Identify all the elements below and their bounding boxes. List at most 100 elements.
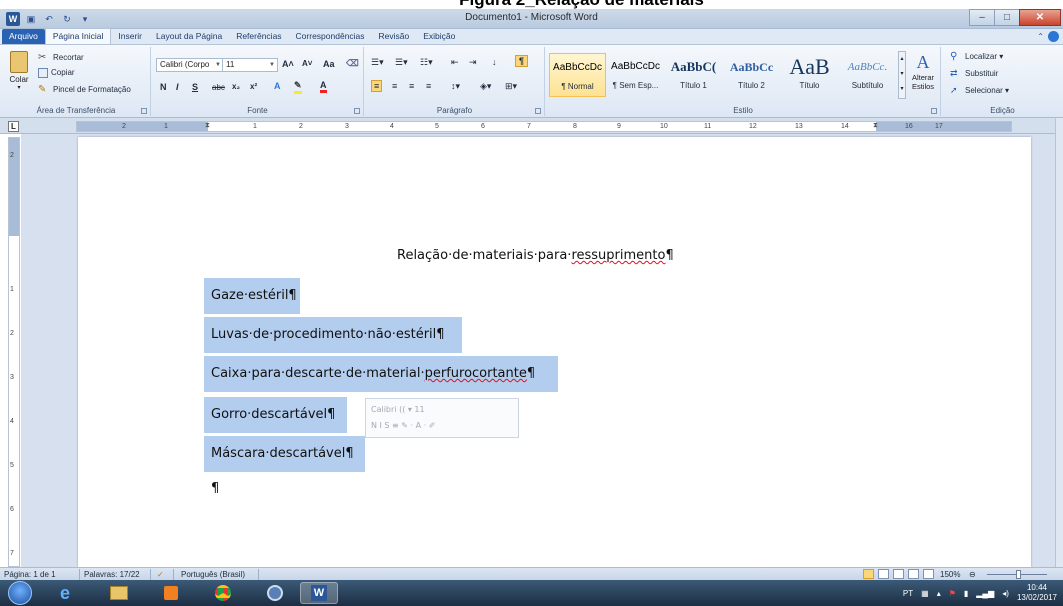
- shrink-font-button[interactable]: A˅: [302, 59, 312, 68]
- text-effects-icon[interactable]: A: [274, 81, 281, 91]
- taskbar-word-icon[interactable]: W: [300, 582, 338, 604]
- replace-button[interactable]: ⇄ Substituir: [950, 68, 998, 80]
- numbering-icon[interactable]: ☰▾: [395, 57, 408, 68]
- align-center-icon[interactable]: ≡: [392, 81, 397, 91]
- font-size-dropdown[interactable]: 11 ▼: [222, 58, 278, 72]
- vertical-scrollbar[interactable]: [1055, 118, 1063, 567]
- change-case-button[interactable]: Aa: [323, 59, 335, 69]
- list-item[interactable]: Caixa·para·descarte·de·material·perfuroc…: [204, 356, 558, 392]
- list-item[interactable]: Gaze·estéril¶: [204, 278, 300, 314]
- justify-icon[interactable]: ≡: [426, 81, 431, 91]
- clock[interactable]: 10:44 13/02/2017: [1017, 583, 1057, 603]
- style-heading-2[interactable]: AaBbCc Título 2: [723, 53, 780, 97]
- list-item[interactable]: Máscara·descartável¶: [204, 436, 365, 472]
- paste-button[interactable]: Colar ▾: [6, 51, 32, 97]
- tab-insert[interactable]: Inserir: [111, 29, 149, 44]
- underline-button[interactable]: S: [192, 82, 198, 92]
- show-hidden-icons-icon[interactable]: ▴: [937, 589, 941, 598]
- tab-review[interactable]: Revisão: [372, 29, 417, 44]
- empty-paragraph[interactable]: ¶: [211, 481, 219, 496]
- web-layout-view-icon[interactable]: [893, 569, 904, 579]
- spelling-status-icon[interactable]: ✓: [157, 569, 164, 580]
- bold-button[interactable]: N: [160, 82, 167, 92]
- close-button[interactable]: ✕: [1019, 9, 1061, 26]
- tab-file[interactable]: Arquivo: [2, 29, 45, 44]
- sort-icon[interactable]: ↓: [492, 57, 497, 67]
- cut-button[interactable]: ✂ Recortar: [38, 52, 84, 64]
- decrease-indent-icon[interactable]: ⇤: [451, 57, 459, 68]
- clear-format-icon[interactable]: ⌫: [346, 58, 359, 69]
- change-styles-button[interactable]: A Alterar Estilos: [908, 51, 938, 103]
- word-count[interactable]: Palavras: 17/22: [84, 569, 140, 580]
- mini-toolbar-format[interactable]: N I S ≡ ✎ · A · ✐: [371, 418, 513, 434]
- align-right-icon[interactable]: ≡: [409, 81, 414, 91]
- line-spacing-icon[interactable]: ↕▾: [451, 81, 460, 92]
- list-item[interactable]: Gorro·descartável¶: [204, 397, 347, 433]
- tab-mailings[interactable]: Correspondências: [289, 29, 372, 44]
- select-button[interactable]: ➚ Selecionar ▾: [950, 85, 1009, 97]
- taskbar-explorer-icon[interactable]: [100, 582, 138, 604]
- show-formatting-button[interactable]: ¶: [515, 55, 529, 67]
- highlight-icon[interactable]: ✎: [294, 80, 302, 94]
- mini-toolbar-font[interactable]: Calibri (( ▾ 11: [371, 402, 513, 418]
- start-button-icon[interactable]: [8, 581, 32, 605]
- minimize-button[interactable]: –: [969, 9, 995, 26]
- list-item[interactable]: Luvas·de·procedimento·não·estéril¶: [204, 317, 462, 353]
- vertical-ruler[interactable]: 2 1 2 3 4 5 6 7: [8, 137, 20, 567]
- network-icon[interactable]: ▮: [964, 589, 968, 598]
- taskbar-app-icon[interactable]: [256, 582, 294, 604]
- style-no-spacing[interactable]: AaBbCcDc ¶ Sem Esp...: [607, 53, 664, 97]
- print-layout-view-icon[interactable]: [863, 569, 874, 579]
- tab-home[interactable]: Página Inicial: [44, 28, 112, 44]
- document-page[interactable]: Relação·de·materiais·para·ressuprimento¶…: [78, 137, 1031, 567]
- maximize-button[interactable]: □: [994, 9, 1020, 26]
- multilevel-list-icon[interactable]: ☷▾: [420, 57, 433, 68]
- paragraph-launcher-icon[interactable]: [535, 108, 541, 114]
- styles-scroll[interactable]: ▴ ▾ ▾: [898, 51, 906, 99]
- subscript-button[interactable]: x₂: [232, 82, 240, 91]
- font-name-dropdown[interactable]: Calibri (Corpo ▼: [156, 58, 224, 72]
- ruler-indent-marker-right[interactable]: ⧗: [873, 121, 878, 130]
- draft-view-icon[interactable]: [923, 569, 934, 579]
- strikethrough-button[interactable]: abc: [212, 83, 225, 92]
- page-count[interactable]: Página: 1 de 1: [4, 569, 56, 580]
- styles-launcher-icon[interactable]: [931, 108, 937, 114]
- format-painter-button[interactable]: ✎ Pincel de Formatação: [38, 84, 131, 96]
- italic-button[interactable]: I: [176, 82, 179, 92]
- floating-mini-toolbar[interactable]: Calibri (( ▾ 11 N I S ≡ ✎ · A · ✐: [365, 398, 519, 438]
- misspelled-word[interactable]: perfurocortante: [425, 366, 527, 381]
- superscript-button[interactable]: x²: [250, 82, 257, 91]
- tab-view[interactable]: Exibição: [416, 29, 462, 44]
- zoom-out-icon[interactable]: ⊖: [969, 569, 976, 580]
- shading-icon[interactable]: ◈▾: [480, 81, 491, 92]
- style-heading-1[interactable]: AaBbC( Título 1: [665, 53, 722, 97]
- horizontal-ruler[interactable]: 2 1 ⧗ 1 2 3 4 5 6 7 8 9 10 11 12 13 14 ⧗…: [76, 121, 1012, 132]
- bullets-icon[interactable]: ☰▾: [371, 57, 384, 68]
- borders-icon[interactable]: ⊞▾: [505, 81, 517, 92]
- style-title[interactable]: AaB Título: [781, 53, 838, 97]
- full-screen-view-icon[interactable]: [878, 569, 889, 579]
- find-button[interactable]: ⚲ Localizar ▾: [950, 51, 1003, 63]
- tab-references[interactable]: Referências: [229, 29, 288, 44]
- grow-font-button[interactable]: A˄: [282, 59, 294, 69]
- taskbar-chrome-icon[interactable]: [204, 582, 242, 604]
- tab-selector[interactable]: L: [8, 121, 19, 132]
- align-left-icon[interactable]: ≡: [371, 80, 383, 92]
- action-center-icon[interactable]: ⚑: [949, 589, 956, 598]
- clipboard-launcher-icon[interactable]: [141, 108, 147, 114]
- ribbon-minimize-icon[interactable]: ⌃: [1037, 32, 1044, 41]
- outline-view-icon[interactable]: [908, 569, 919, 579]
- font-color-icon[interactable]: A: [320, 80, 327, 93]
- signal-icon[interactable]: ▂▄▆: [976, 589, 994, 598]
- misspelled-word[interactable]: ressuprimento: [571, 248, 665, 263]
- keyboard-icon[interactable]: ▦: [921, 589, 929, 598]
- zoom-slider-thumb[interactable]: [1016, 570, 1021, 579]
- tab-page-layout[interactable]: Layout da Página: [149, 29, 229, 44]
- taskbar-ie-icon[interactable]: e: [46, 582, 84, 604]
- font-launcher-icon[interactable]: [354, 108, 360, 114]
- zoom-level[interactable]: 150%: [940, 569, 960, 580]
- taskbar-media-player-icon[interactable]: [152, 582, 190, 604]
- input-language[interactable]: PT: [903, 589, 913, 598]
- language[interactable]: Português (Brasil): [181, 569, 245, 580]
- increase-indent-icon[interactable]: ⇥: [469, 57, 477, 68]
